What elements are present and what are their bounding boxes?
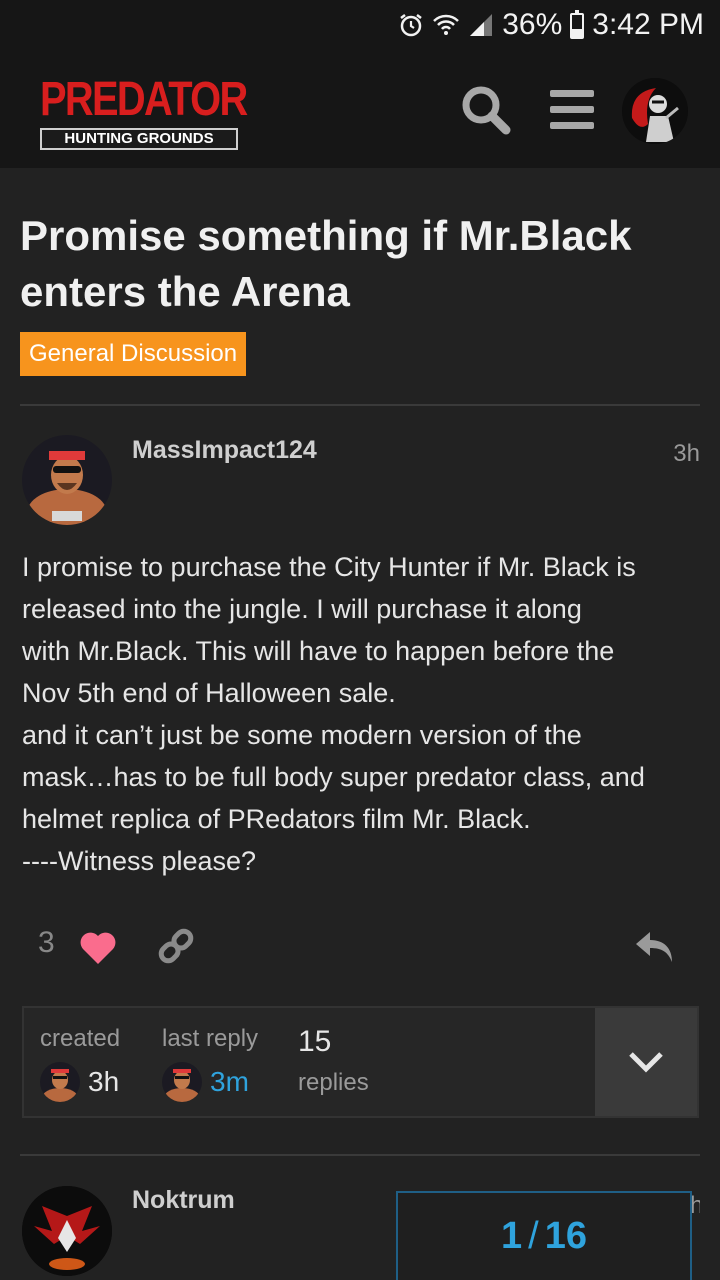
site-header: PREDATOR HUNTING GROUNDS [0, 50, 720, 168]
status-bar: 36% 3:42 PM [0, 0, 720, 50]
post-avatar[interactable] [22, 1186, 112, 1276]
topic-progress-button[interactable]: 1 / 16 [396, 1191, 692, 1280]
progress-separator: / [528, 1215, 539, 1257]
logo-title: PREDATOR [40, 73, 248, 126]
battery-percent: 36% [502, 8, 563, 41]
category-badge[interactable]: General Discussion [20, 332, 247, 376]
divider [20, 404, 700, 406]
post-body-line: helmet replica of PRedators film Mr. Bla… [22, 804, 531, 834]
reply-button[interactable] [634, 928, 676, 969]
battery-icon [570, 10, 585, 39]
created-time: 3h [88, 1066, 120, 1097]
post-username[interactable]: Noktrum [132, 1186, 235, 1215]
battery-level [572, 29, 583, 37]
post-body-line: released into the jungle. I will purchas… [22, 594, 582, 624]
expand-topic-map-button[interactable] [595, 1008, 697, 1116]
post-time[interactable]: 3h [673, 440, 700, 468]
last-replier-avatar[interactable] [162, 1062, 202, 1102]
topic-map: created 3h last reply 3m 15 replies [22, 1006, 699, 1118]
last-reply-stat: last reply 3m [162, 1022, 258, 1102]
wifi-icon [432, 12, 460, 38]
menu-button[interactable] [542, 80, 602, 140]
like-button[interactable] [78, 928, 118, 971]
creator-avatar[interactable] [40, 1062, 80, 1102]
clock: 3:42 PM [592, 8, 704, 41]
post-username[interactable]: MassImpact124 [132, 436, 317, 465]
post-body-line: with Mr.Black. This will have to happen … [22, 636, 615, 666]
post-avatar[interactable] [22, 435, 112, 525]
site-logo[interactable]: PREDATOR HUNTING GROUNDS [40, 73, 248, 150]
post-body: I promise to purchase the City Hunter if… [22, 546, 702, 882]
heart-icon [80, 932, 116, 964]
search-icon [462, 86, 511, 135]
menu-icon [550, 90, 594, 129]
chevron-down-icon [629, 1052, 663, 1073]
post-body-line: Nov 5th end of Halloween sale. [22, 678, 396, 708]
post-body-line: ----Witness please? [22, 846, 257, 876]
post-actions: 3 [0, 922, 720, 978]
search-button[interactable] [456, 80, 516, 140]
created-stat: created 3h [40, 1022, 120, 1102]
signal-icon [468, 12, 494, 38]
divider [20, 1154, 700, 1156]
share-link-button[interactable] [156, 926, 196, 971]
post-body-line: mask…has to be full body super predator … [22, 762, 645, 792]
progress-current: 1 [501, 1215, 523, 1257]
created-value: 3h [40, 1062, 120, 1102]
link-icon [158, 928, 194, 964]
replies-label: replies [298, 1069, 369, 1096]
topic-title[interactable]: Promise something if Mr.Black enters the… [20, 208, 700, 320]
like-count[interactable]: 3 [38, 926, 55, 960]
post-body-line: and it can’t just be some modern version… [22, 720, 582, 750]
status-icons: 36% 3:42 PM [398, 6, 704, 44]
created-label: created [40, 1025, 121, 1052]
logo-subtitle: HUNTING GROUNDS [40, 128, 238, 150]
alarm-icon [398, 12, 424, 38]
last-reply-time: 3m [210, 1066, 249, 1097]
replies-stat: 15 replies [298, 1022, 369, 1100]
topic-header: Promise something if Mr.Black enters the… [20, 208, 700, 376]
last-reply-value[interactable]: 3m [162, 1062, 258, 1102]
post-body-line: I promise to purchase the City Hunter if… [22, 552, 636, 582]
reply-icon [636, 932, 672, 962]
last-reply-label: last reply [162, 1025, 259, 1052]
user-avatar[interactable] [622, 78, 688, 144]
progress-total: 16 [544, 1215, 587, 1257]
replies-count: 15 [298, 1025, 332, 1058]
